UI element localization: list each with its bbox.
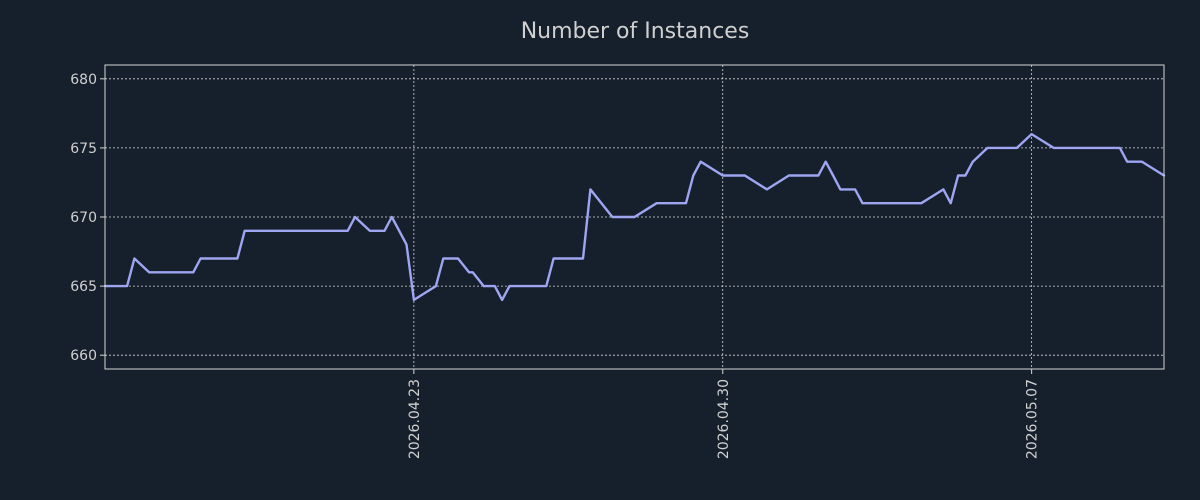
y-tick-label-0: 660: [70, 348, 97, 364]
chart: Number of Instances 660 665 670 675 680 2026…: [0, 0, 1200, 500]
chart-background: [0, 0, 1200, 500]
y-tick-label-2: 670: [70, 210, 97, 226]
chart-title: Number of Instances: [521, 19, 750, 44]
x-tick-label-1: 2026.04.30: [716, 379, 732, 459]
y-tick-label-4: 680: [70, 72, 97, 88]
y-tick-label-3: 675: [70, 141, 97, 157]
y-tick-label-1: 665: [70, 279, 97, 295]
chart-svg: Number of Instances 660 665 670 675 680 2026…: [0, 0, 1200, 500]
x-tick-label-2: 2026.05.07: [1025, 379, 1041, 459]
x-tick-label-0: 2026.04.23: [407, 379, 423, 459]
